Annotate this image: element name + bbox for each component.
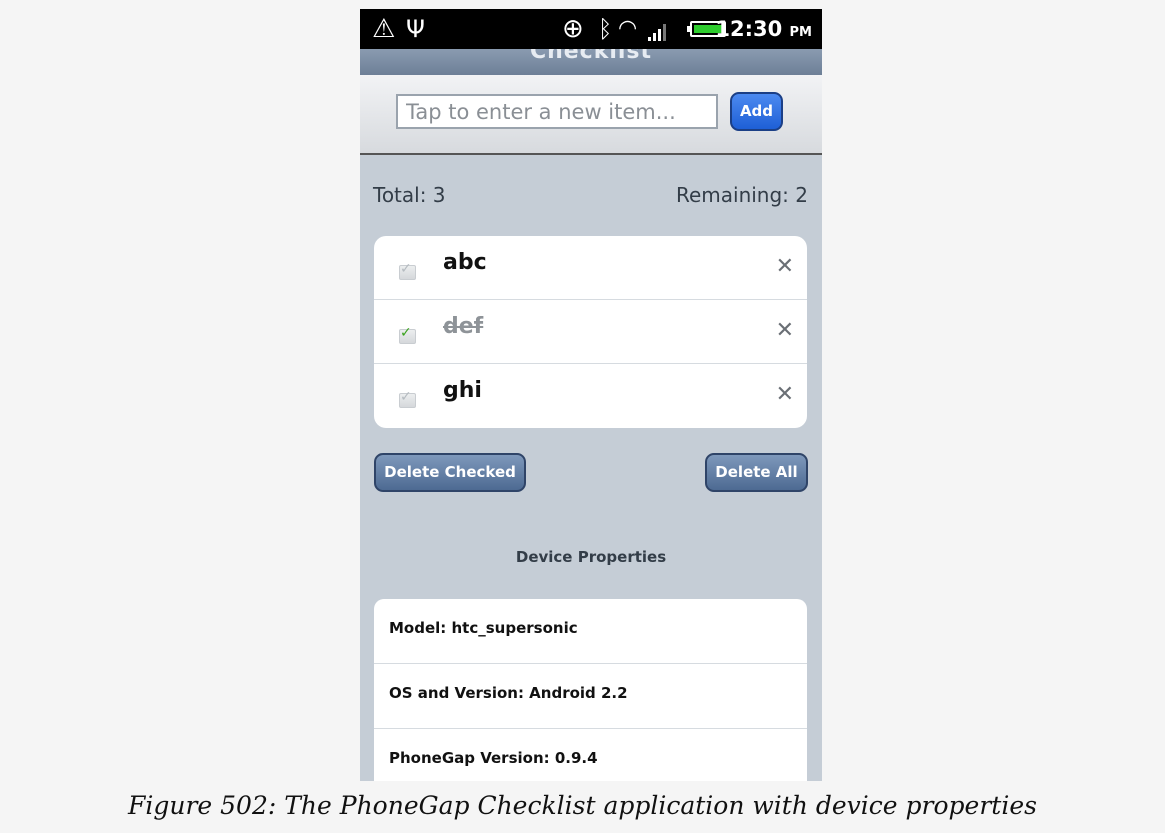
new-item-bar: Add bbox=[360, 75, 822, 155]
check-icon: ✓ bbox=[400, 389, 412, 405]
list-item: ✓ def ✕ bbox=[374, 300, 807, 364]
check-icon: ✓ bbox=[400, 325, 412, 341]
device-properties-list: Model: htc_supersonic OS and Version: An… bbox=[374, 599, 807, 781]
item-label: abc bbox=[443, 250, 487, 275]
item-label: ghi bbox=[443, 378, 482, 403]
list-item: ✓ abc ✕ bbox=[374, 236, 807, 300]
delete-item-icon[interactable]: ✕ bbox=[776, 318, 794, 344]
phone-screen: ⚠ Ψ ⊕ ᛒ ◠ 12:30 PM Checklist Add Total: … bbox=[360, 9, 822, 781]
add-button[interactable]: Add bbox=[730, 92, 783, 131]
property-row: Model: htc_supersonic bbox=[374, 599, 807, 664]
device-properties-heading: Device Properties bbox=[515, 548, 667, 566]
figure-caption: Figure 502: The PhoneGap Checklist appli… bbox=[128, 791, 1037, 820]
check-icon: ✓ bbox=[400, 261, 412, 277]
alert-icon: ⚠ bbox=[372, 14, 396, 44]
bluetooth-icon: ᛒ bbox=[598, 15, 613, 43]
gps-icon: ⊕ bbox=[562, 14, 584, 44]
delete-item-icon[interactable]: ✕ bbox=[776, 382, 794, 408]
delete-item-icon[interactable]: ✕ bbox=[776, 254, 794, 280]
total-count: Total: 3 bbox=[373, 183, 446, 207]
list-item: ✓ ghi ✕ bbox=[374, 364, 807, 428]
signal-icon bbox=[648, 19, 672, 41]
new-item-input[interactable] bbox=[396, 94, 718, 129]
item-label: def bbox=[443, 314, 484, 339]
property-row: OS and Version: Android 2.2 bbox=[374, 664, 807, 729]
title-bar: Checklist bbox=[360, 39, 822, 103]
status-time: 12:30 PM bbox=[715, 17, 812, 41]
delete-checked-button[interactable]: Delete Checked bbox=[374, 453, 526, 492]
property-model: Model: htc_supersonic bbox=[389, 619, 578, 637]
property-os-version: OS and Version: Android 2.2 bbox=[389, 684, 628, 702]
delete-all-button[interactable]: Delete All bbox=[705, 453, 808, 492]
item-checkbox[interactable]: ✓ bbox=[399, 389, 416, 408]
property-phonegap-version: PhoneGap Version: 0.9.4 bbox=[389, 749, 598, 767]
status-bar: ⚠ Ψ ⊕ ᛒ ◠ 12:30 PM bbox=[360, 9, 822, 49]
remaining-count: Remaining: 2 bbox=[675, 183, 808, 207]
property-row: PhoneGap Version: 0.9.4 bbox=[374, 729, 807, 781]
usb-icon: Ψ bbox=[406, 15, 425, 43]
wifi-icon: ◠ bbox=[618, 16, 638, 41]
item-checkbox[interactable]: ✓ bbox=[399, 261, 416, 280]
item-checkbox[interactable]: ✓ bbox=[399, 325, 416, 344]
checklist: ✓ abc ✕ ✓ def ✕ ✓ ghi ✕ bbox=[374, 236, 807, 428]
